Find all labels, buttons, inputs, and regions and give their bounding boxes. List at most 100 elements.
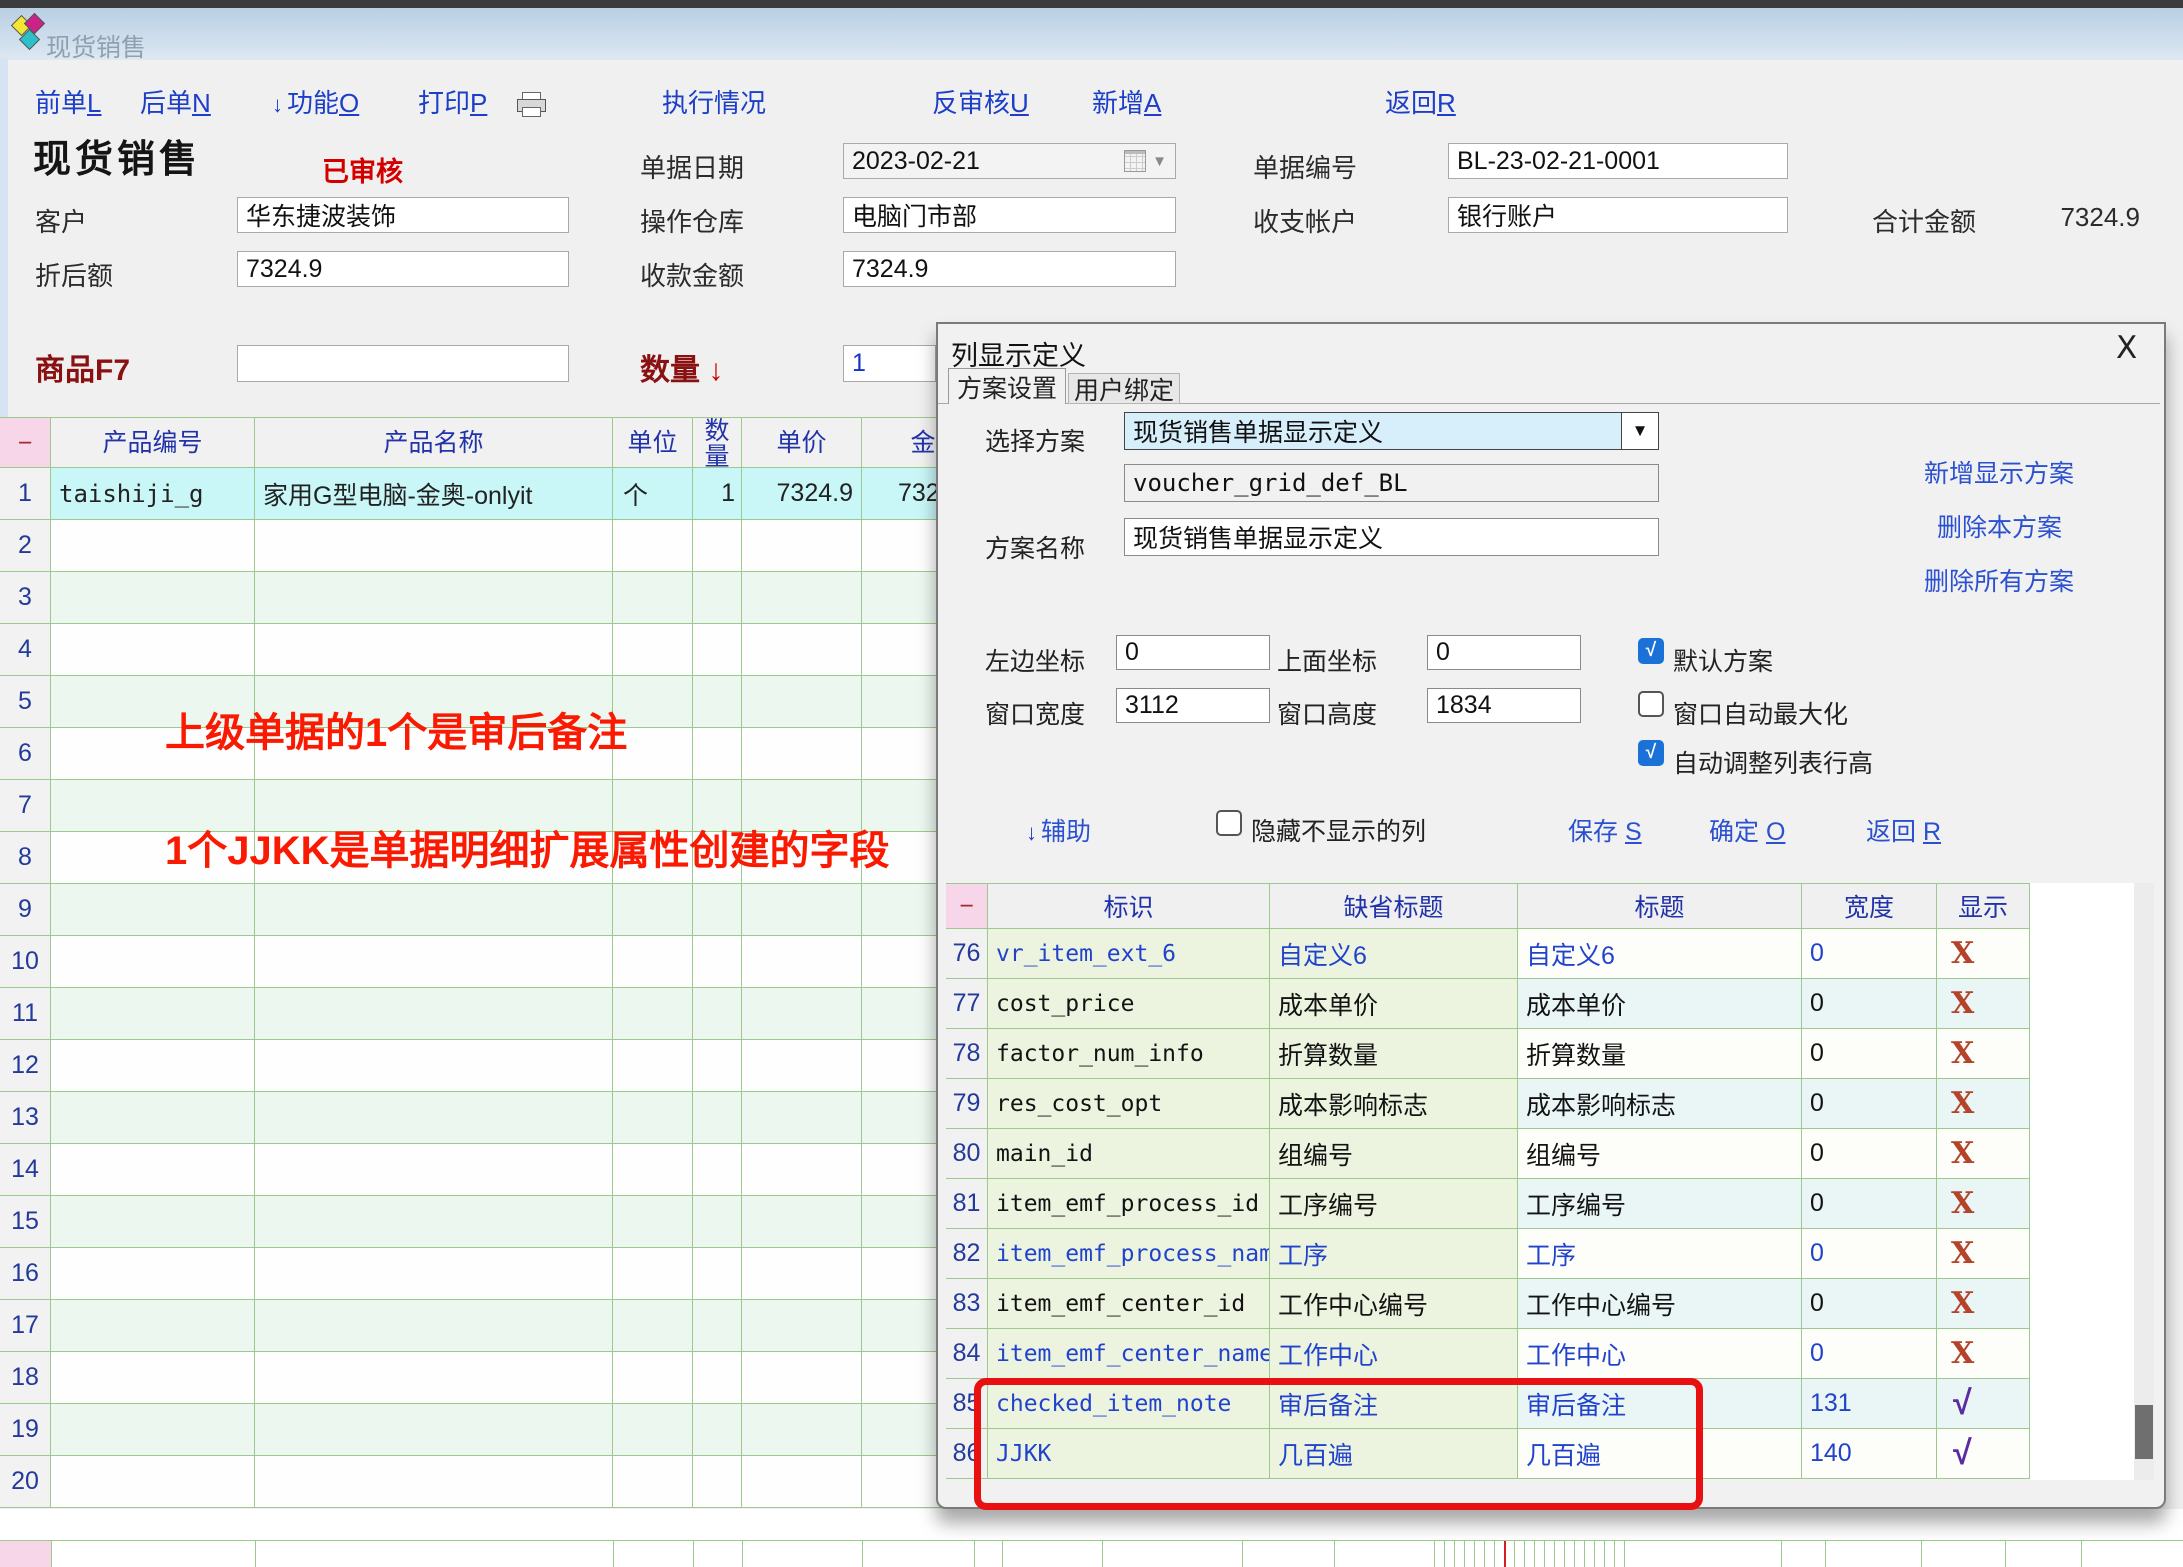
auto-row-height-checkbox[interactable]: √ bbox=[1638, 740, 1664, 766]
grid-row-number[interactable]: 14 bbox=[0, 1144, 51, 1196]
toolbar-item-P[interactable]: 打印P bbox=[418, 86, 487, 120]
grid-cell[interactable] bbox=[255, 624, 613, 676]
calendar-icon[interactable] bbox=[1124, 150, 1146, 172]
save-button[interactable]: 保存 S bbox=[1568, 812, 1642, 848]
toolbar-item-L[interactable]: 前单L bbox=[35, 86, 101, 120]
grid-cell[interactable] bbox=[613, 936, 693, 988]
grid-cell[interactable] bbox=[742, 1196, 862, 1248]
dialog-table-cell-default-title[interactable]: 工作中心编号 bbox=[1270, 1279, 1518, 1329]
grid-cell[interactable] bbox=[693, 1040, 742, 1092]
grid-row-number[interactable]: 11 bbox=[0, 988, 51, 1040]
grid-cell[interactable] bbox=[255, 520, 613, 572]
warehouse-field[interactable]: 电脑门市部 bbox=[843, 197, 1176, 233]
dialog-table-header-5[interactable]: 显示 bbox=[1937, 883, 2030, 929]
dialog-table-cell-id[interactable]: item_emf_center_id bbox=[988, 1279, 1270, 1329]
grid-cell[interactable] bbox=[255, 1092, 613, 1144]
grid-cell[interactable] bbox=[693, 572, 742, 624]
grid-cell[interactable] bbox=[255, 1456, 613, 1508]
received-amount-field[interactable]: 7324.9 bbox=[843, 251, 1176, 287]
dialog-table-cell-id[interactable]: res_cost_opt bbox=[988, 1079, 1270, 1129]
grid-row-number[interactable]: 6 bbox=[0, 728, 51, 780]
grid-row-number[interactable]: 5 bbox=[0, 676, 51, 728]
dialog-table-cell-title[interactable]: 工序 bbox=[1518, 1229, 1802, 1279]
dialog-table-header-1[interactable]: 标识 bbox=[988, 883, 1270, 929]
grid-cell[interactable] bbox=[742, 1456, 862, 1508]
dialog-table-cell-id[interactable]: factor_num_info bbox=[988, 1029, 1270, 1079]
grid-cell[interactable] bbox=[51, 520, 255, 572]
dialog-table-cell-width[interactable]: 0 bbox=[1802, 1079, 1937, 1129]
grid-cell[interactable] bbox=[51, 1040, 255, 1092]
aux-button[interactable]: ↓辅助 bbox=[1026, 812, 1091, 848]
dialog-table-cell-visible[interactable]: X bbox=[1937, 929, 2030, 979]
grid-row-number[interactable]: 10 bbox=[0, 936, 51, 988]
dialog-table-row-number[interactable]: 78 bbox=[946, 1029, 988, 1079]
grid-row-number[interactable]: 15 bbox=[0, 1196, 51, 1248]
toolbar-item-O[interactable]: ↓功能O bbox=[272, 86, 359, 120]
grid-cell[interactable] bbox=[613, 1040, 693, 1092]
grid-cell[interactable] bbox=[693, 1300, 742, 1352]
quantity-field[interactable]: 1 bbox=[843, 345, 936, 382]
doc-no-field[interactable]: BL-23-02-21-0001 bbox=[1448, 143, 1788, 179]
ok-button[interactable]: 确定 O bbox=[1709, 812, 1785, 848]
dialog-table-cell-title[interactable]: 成本单价 bbox=[1518, 979, 1802, 1029]
grid-cell[interactable]: 7324.9 bbox=[742, 468, 862, 520]
grid-cell[interactable] bbox=[742, 676, 862, 728]
dialog-table-row-number[interactable]: 79 bbox=[946, 1079, 988, 1129]
product-f7-field[interactable] bbox=[237, 345, 569, 382]
dialog-table-cell-width[interactable]: 0 bbox=[1802, 1329, 1937, 1379]
grid-cell[interactable] bbox=[742, 936, 862, 988]
dialog-table-cell-visible[interactable]: √ bbox=[1937, 1379, 2030, 1429]
dialog-table-header-0[interactable]: − bbox=[946, 883, 988, 929]
grid-cell[interactable] bbox=[51, 1300, 255, 1352]
grid-cell[interactable] bbox=[742, 1404, 862, 1456]
grid-cell[interactable] bbox=[51, 884, 255, 936]
grid-cell[interactable] bbox=[742, 1040, 862, 1092]
grid-row-number[interactable]: 2 bbox=[0, 520, 51, 572]
dialog-table-header-4[interactable]: 宽度 bbox=[1802, 883, 1937, 929]
grid-cell[interactable]: 1 bbox=[693, 468, 742, 520]
toolbar-item-R[interactable]: 返回R bbox=[1385, 86, 1456, 120]
grid-cell[interactable] bbox=[51, 1352, 255, 1404]
toolbar-item-i4[interactable]: 执行情况 bbox=[662, 86, 766, 120]
dialog-table-cell-title[interactable]: 自定义6 bbox=[1518, 929, 1802, 979]
grid-cell[interactable] bbox=[693, 1404, 742, 1456]
toolbar-item-N[interactable]: 后单N bbox=[140, 86, 211, 120]
top-coord-input[interactable]: 0 bbox=[1427, 635, 1581, 670]
grid-row-number[interactable]: 16 bbox=[0, 1248, 51, 1300]
grid-cell[interactable] bbox=[255, 936, 613, 988]
grid-cell[interactable] bbox=[255, 572, 613, 624]
win-height-input[interactable]: 1834 bbox=[1427, 688, 1581, 723]
grid-row-number[interactable]: 19 bbox=[0, 1404, 51, 1456]
dialog-table-row-number[interactable]: 83 bbox=[946, 1279, 988, 1329]
delete-scheme-link[interactable]: 删除本方案 bbox=[1937, 508, 2062, 544]
grid-cell[interactable] bbox=[51, 1456, 255, 1508]
dialog-table-cell-title[interactable]: 工序编号 bbox=[1518, 1179, 1802, 1229]
grid-cell[interactable] bbox=[613, 520, 693, 572]
grid-cell[interactable] bbox=[255, 1040, 613, 1092]
grid-header-2[interactable]: 产品名称 bbox=[255, 417, 613, 468]
customer-field[interactable]: 华东捷波装饰 bbox=[237, 197, 569, 233]
dialog-table-cell-default-title[interactable]: 成本影响标志 bbox=[1270, 1079, 1518, 1129]
toolbar-item-A[interactable]: 新增A bbox=[1092, 86, 1161, 120]
doc-date-field[interactable]: 2023-02-21 ▼ bbox=[843, 143, 1176, 179]
back-button[interactable]: 返回 R bbox=[1866, 812, 1941, 848]
dialog-table-header-2[interactable]: 缺省标题 bbox=[1270, 883, 1518, 929]
grid-header-5[interactable]: 单价 bbox=[742, 417, 862, 468]
grid-cell[interactable] bbox=[693, 1456, 742, 1508]
dialog-table-cell-width[interactable]: 0 bbox=[1802, 1279, 1937, 1329]
dialog-table-cell-visible[interactable]: X bbox=[1937, 1129, 2030, 1179]
grid-row-number[interactable]: 13 bbox=[0, 1092, 51, 1144]
grid-cell[interactable] bbox=[613, 1092, 693, 1144]
dialog-table-cell-visible[interactable]: X bbox=[1937, 1329, 2030, 1379]
grid-cell[interactable] bbox=[613, 1196, 693, 1248]
dialog-table-cell-default-title[interactable]: 工序编号 bbox=[1270, 1179, 1518, 1229]
dialog-table-cell-default-title[interactable]: 组编号 bbox=[1270, 1129, 1518, 1179]
dialog-table-row-number[interactable]: 82 bbox=[946, 1229, 988, 1279]
grid-cell[interactable] bbox=[693, 520, 742, 572]
grid-cell[interactable] bbox=[613, 884, 693, 936]
delete-all-schemes-link[interactable]: 删除所有方案 bbox=[1924, 562, 2074, 598]
grid-cell[interactable] bbox=[613, 1144, 693, 1196]
grid-cell[interactable] bbox=[613, 1352, 693, 1404]
grid-cell[interactable] bbox=[51, 572, 255, 624]
grid-cell[interactable] bbox=[255, 1352, 613, 1404]
